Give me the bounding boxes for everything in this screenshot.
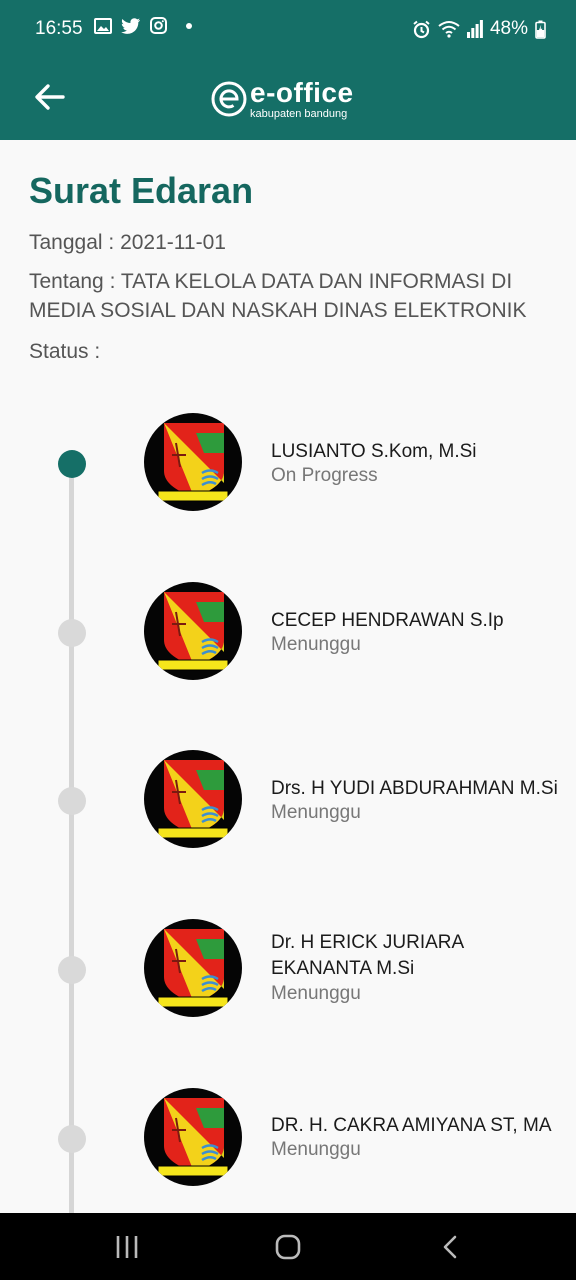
status-bar: 16:55 48% [0,0,576,60]
timeline-dot [58,787,86,815]
approver-state: On Progress [271,465,378,486]
gallery-icon [94,17,112,34]
twitter-icon [121,17,140,34]
notification-dot-icon [186,22,192,29]
avatar [144,750,242,848]
timeline-step[interactable]: LUSIANTO S.Kom, M.Si On Progress [0,413,576,513]
kabupaten-bandung-crest-icon [157,929,229,1008]
letter-subject: Tentang : TATA KELOLA DATA DAN INFORMASI… [29,270,527,322]
alarm-icon [413,20,430,38]
approver-state: Menunggu [271,802,361,823]
page-title: Surat Edaran [29,170,254,211]
timeline-step[interactable]: CECEP HENDRAWAN S.Ip Menunggu [0,582,576,682]
timeline-step[interactable]: Dr. H ERICK JURIARA EKANANTA M.Si Menung… [0,919,576,1019]
home-icon[interactable] [274,1233,302,1261]
timeline-step[interactable]: Drs. H YUDI ABDURAHMAN M.Si Menunggu [0,750,576,850]
status-time: 16:55 [35,18,83,39]
kabupaten-bandung-crest-icon [157,1098,229,1177]
arrow-left-icon[interactable] [30,77,70,117]
app-logo: e-office kabupaten bandung [210,74,354,124]
app-bar: e-office kabupaten bandung [0,60,576,140]
status-label: Status : [29,340,101,363]
approver-name: Drs. H YUDI ABDURAHMAN M.Si [271,778,558,799]
brand-title: e-office [250,76,354,108]
timeline-step[interactable]: DR. H. CAKRA AMIYANA ST, MA Menunggu [0,1088,576,1188]
approver-state: Menunggu [271,1139,361,1160]
approver-state: Menunggu [271,634,361,655]
approver-name: Dr. H ERICK JURIARA EKANANTA M.Si [271,932,464,979]
kabupaten-bandung-crest-icon [157,592,229,671]
battery-percent: 48% [489,18,528,39]
avatar [144,919,242,1017]
approver-name: DR. H. CAKRA AMIYANA ST, MA [271,1115,552,1136]
timeline-dot-active [58,450,86,478]
instagram-icon [150,17,167,34]
kabupaten-bandung-crest-icon [157,423,229,502]
approver-state: Menunggu [271,983,361,1004]
battery-charging-icon [535,20,546,39]
brand-subtitle: kabupaten bandung [250,107,348,120]
avatar [144,1088,242,1186]
system-nav-bar [0,1213,576,1280]
e-office-logo-icon [211,81,247,117]
avatar [144,413,242,511]
letter-details: Surat Edaran Tanggal : 2021-11-01 Tentan… [29,140,559,366]
approver-name: CECEP HENDRAWAN S.Ip [271,610,504,631]
kabupaten-bandung-crest-icon [157,760,229,839]
letter-date: Tanggal : 2021-11-01 [29,231,226,254]
avatar [144,582,242,680]
wifi-icon [438,21,460,38]
timeline-dot [58,956,86,984]
timeline-dot [58,619,86,647]
timeline-dot [58,1125,86,1153]
signal-icon [466,20,483,38]
back-nav-icon[interactable] [440,1233,460,1261]
recent-apps-icon[interactable] [114,1233,140,1261]
approver-name: LUSIANTO S.Kom, M.Si [271,441,477,462]
